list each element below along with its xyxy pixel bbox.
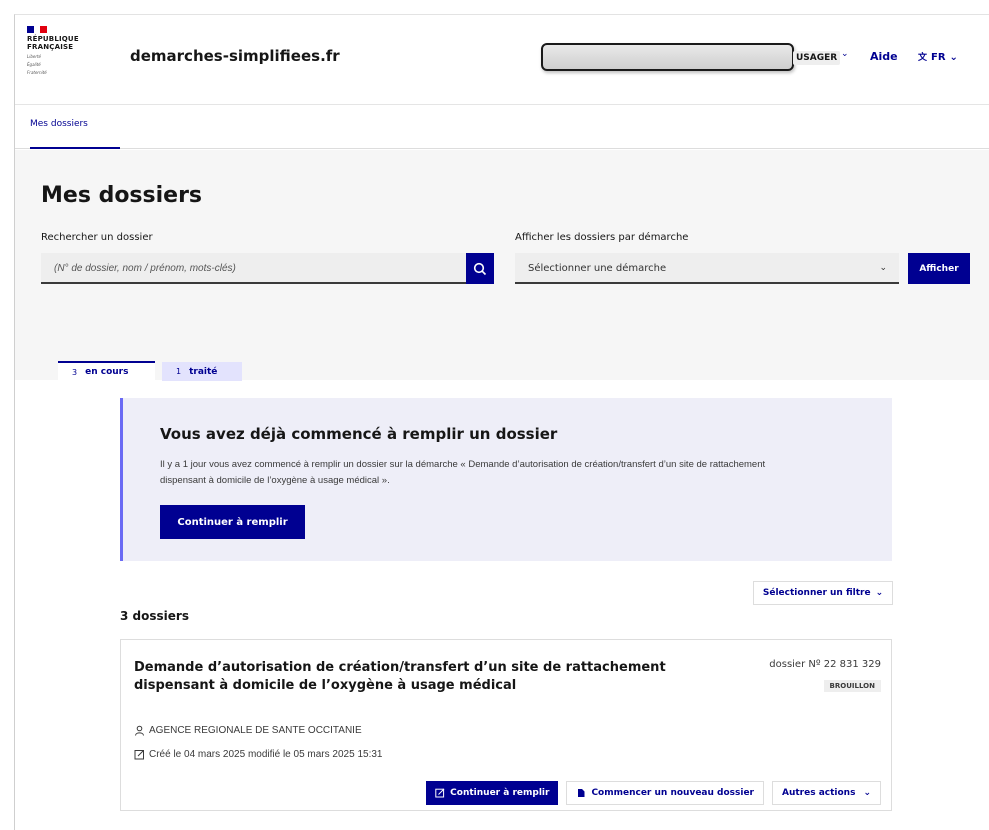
devise-line-2: Égalité xyxy=(27,62,41,67)
file-add-icon xyxy=(578,789,585,797)
chevron-down-icon: ⌄ xyxy=(879,263,887,273)
main-nav: Mes dossiers xyxy=(15,106,989,149)
help-link[interactable]: Aide xyxy=(870,50,898,63)
chevron-down-icon: ⌄ xyxy=(875,588,884,598)
devise-line-3: Fraternité xyxy=(27,70,47,75)
afficher-button[interactable]: Afficher xyxy=(908,253,970,284)
status-badge: BROUILLON xyxy=(823,680,881,692)
continue-button[interactable]: Continuer à remplir xyxy=(426,781,559,805)
chevron-down-icon[interactable]: ⌄ xyxy=(841,49,849,59)
user-role-badge[interactable]: USAGER xyxy=(793,51,841,65)
language-label: FR xyxy=(931,52,946,63)
republique-francaise-logo[interactable]: RÉPUBLIQUE FRANÇAISE Liberté Égalité Fra… xyxy=(27,26,107,75)
search-label: Rechercher un dossier xyxy=(41,232,153,243)
language-selector[interactable]: 文 FR ⌄ xyxy=(918,50,958,63)
new-dossier-button[interactable]: Commencer un nouveau dossier xyxy=(566,781,764,805)
callout-title: Vous avez déjà commencé à remplir un dos… xyxy=(160,425,558,443)
dossier-actions: Continuer à remplir Commencer un nouveau… xyxy=(426,781,881,805)
chevron-down-icon: ⌄ xyxy=(949,52,958,63)
tab-label: traité xyxy=(189,366,218,377)
new-dossier-label: Commencer un nouveau dossier xyxy=(591,788,754,798)
nav-active-indicator xyxy=(30,147,120,149)
browser-viewport: RÉPUBLIQUE FRANÇAISE Liberté Égalité Fra… xyxy=(14,14,989,830)
tab-en-cours[interactable]: 3 en cours xyxy=(58,361,155,381)
edit-icon xyxy=(435,788,445,798)
search-icon xyxy=(473,262,487,275)
dossier-count: 3 dossiers xyxy=(120,609,189,623)
tab-count: 3 xyxy=(72,367,78,377)
search-section: Mes dossiers Rechercher un dossier Affic… xyxy=(15,150,989,381)
demarche-select-value: Sélectionner une démarche xyxy=(528,263,667,274)
logo-line-1: RÉPUBLIQUE xyxy=(27,35,79,43)
other-actions-button[interactable]: Autres actions ⌄ xyxy=(772,781,881,805)
other-actions-label: Autres actions xyxy=(782,788,856,798)
tab-label: en cours xyxy=(85,367,129,377)
dossier-title-link[interactable]: Demande d’autorisation de création/trans… xyxy=(134,659,694,695)
dossier-organization: AGENCE REGIONALE DE SANTE OCCITANIE xyxy=(134,725,362,736)
translate-icon: 文 xyxy=(918,53,928,63)
site-header: RÉPUBLIQUE FRANÇAISE Liberté Égalité Fra… xyxy=(15,15,989,105)
page-title: Mes dossiers xyxy=(41,183,203,208)
filter-button[interactable]: Sélectionner un filtre ⌄ xyxy=(753,581,893,605)
continue-filling-button[interactable]: Continuer à remplir xyxy=(160,505,305,539)
edit-icon xyxy=(134,750,144,760)
devise-line-1: Liberté xyxy=(27,54,42,59)
tab-count: 1 xyxy=(176,367,182,376)
nav-item-mes-dossiers[interactable]: Mes dossiers xyxy=(30,119,88,129)
redacted-field xyxy=(541,43,794,71)
tab-traite[interactable]: 1 traité xyxy=(162,362,242,381)
dossier-dates: Créé le 04 mars 2025 modifié le 05 mars … xyxy=(134,749,382,760)
draft-callout: Vous avez déjà commencé à remplir un dos… xyxy=(120,398,892,561)
flag-icon xyxy=(27,26,48,33)
site-name-link[interactable]: demarches-simplifiees.fr xyxy=(130,47,340,65)
dates-text: Créé le 04 mars 2025 modifié le 05 mars … xyxy=(149,749,383,760)
demarche-select[interactable]: Sélectionner une démarche ⌄ xyxy=(515,253,899,284)
search-input[interactable] xyxy=(41,253,466,284)
user-icon xyxy=(135,725,144,736)
logo-line-2: FRANÇAISE xyxy=(27,43,74,51)
dossier-number: dossier Nº 22 831 329 xyxy=(769,659,881,670)
search-field xyxy=(41,253,494,284)
filter-button-label: Sélectionner un filtre xyxy=(762,588,871,598)
dossier-card: Demande d’autorisation de création/trans… xyxy=(120,639,892,811)
demarche-label: Afficher les dossiers par démarche xyxy=(515,232,689,243)
continue-button-label: Continuer à remplir xyxy=(450,788,550,798)
search-button[interactable] xyxy=(466,253,494,284)
callout-text: Il y a 1 jour vous avez commencé à rempl… xyxy=(160,459,766,486)
organization-name: AGENCE REGIONALE DE SANTE OCCITANIE xyxy=(149,725,362,736)
chevron-down-icon: ⌄ xyxy=(863,788,871,798)
